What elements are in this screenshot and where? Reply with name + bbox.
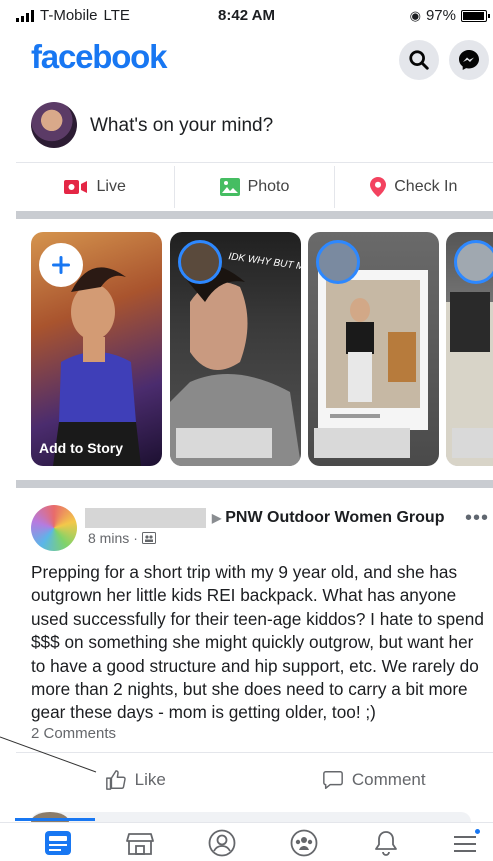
status-bar: T-Mobile LTE 8:42 AM ◉ 97% bbox=[0, 0, 493, 30]
group-name: PNW Outdoor Women Group bbox=[225, 509, 445, 526]
notifications-icon bbox=[375, 831, 397, 856]
redacted-author-name bbox=[85, 508, 206, 528]
post-text: Prepping for a short trip with my 9 year… bbox=[31, 562, 484, 723]
battery-percent: 97% bbox=[425, 7, 456, 24]
story-card[interactable] bbox=[308, 232, 439, 466]
add-story-card[interactable]: Add to Story bbox=[31, 232, 162, 466]
orientation-lock-icon: ◉ bbox=[409, 7, 421, 23]
location-pin-icon bbox=[370, 177, 387, 197]
live-video-icon bbox=[64, 180, 88, 194]
story-card[interactable] bbox=[446, 232, 493, 466]
like-label: Like bbox=[134, 770, 166, 789]
check-in-label: Check In bbox=[394, 178, 458, 195]
add-to-story-label: Add to Story bbox=[39, 440, 123, 456]
profile-icon bbox=[208, 829, 236, 857]
tab-notifications[interactable] bbox=[368, 829, 404, 857]
post-meta: 8 mins · bbox=[88, 530, 156, 546]
post-composer[interactable]: What's on your mind? bbox=[0, 98, 493, 158]
divider bbox=[16, 162, 493, 163]
battery-icon bbox=[461, 9, 490, 22]
tab-news-feed[interactable] bbox=[40, 829, 76, 857]
add-story-button[interactable] bbox=[39, 243, 83, 287]
group-name-link[interactable]: ▶ PNW Outdoor Women Group bbox=[212, 509, 444, 527]
post-actions: Like Comment bbox=[16, 758, 493, 802]
like-button[interactable]: Like bbox=[16, 769, 255, 791]
search-icon bbox=[409, 50, 429, 70]
story-author-avatar bbox=[178, 240, 222, 284]
groups-icon bbox=[290, 829, 318, 857]
more-options-icon[interactable]: ••• bbox=[465, 507, 489, 530]
bottom-tab-bar bbox=[0, 822, 493, 861]
stories-tray: Add to Story IDK WHY BUT MOOD bbox=[31, 232, 493, 466]
news-feed-icon bbox=[45, 831, 71, 855]
comment-icon bbox=[323, 771, 343, 789]
divider bbox=[16, 752, 493, 753]
user-avatar[interactable] bbox=[31, 102, 77, 148]
thumbs-up-icon bbox=[105, 770, 126, 790]
story-card[interactable]: IDK WHY BUT MOOD bbox=[170, 232, 301, 466]
group-avatar[interactable] bbox=[31, 505, 77, 551]
comment-label: Comment bbox=[351, 770, 426, 789]
redacted-story-name bbox=[176, 428, 272, 458]
menu-notification-dot bbox=[473, 827, 482, 836]
messenger-button[interactable] bbox=[449, 40, 489, 80]
search-button[interactable] bbox=[399, 40, 439, 80]
triangle-right-icon: ▶ bbox=[212, 511, 222, 525]
photo-icon bbox=[219, 178, 240, 196]
composer-prompt[interactable]: What's on your mind? bbox=[90, 115, 273, 137]
redacted-story-name bbox=[452, 428, 493, 458]
active-tab-indicator bbox=[15, 818, 95, 821]
live-button[interactable]: Live bbox=[16, 166, 176, 208]
tab-marketplace[interactable] bbox=[122, 829, 158, 857]
comments-count[interactable]: 2 Comments bbox=[31, 725, 116, 742]
facebook-logo: facebook bbox=[31, 38, 167, 75]
group-privacy-icon bbox=[141, 532, 156, 544]
photo-button[interactable]: Photo bbox=[175, 166, 335, 208]
redacted-story-name bbox=[314, 428, 410, 458]
tab-profile[interactable] bbox=[204, 829, 240, 857]
status-right: ◉ 97% bbox=[409, 7, 490, 24]
story-author-avatar bbox=[316, 240, 360, 284]
photo-label: Photo bbox=[247, 178, 290, 195]
tab-menu[interactable] bbox=[448, 827, 484, 857]
marketplace-icon bbox=[126, 833, 154, 855]
app-header: facebook bbox=[0, 32, 493, 88]
quick-actions: Live Photo Check In bbox=[16, 166, 493, 208]
story-author-avatar bbox=[454, 240, 493, 284]
comment-button[interactable]: Comment bbox=[255, 769, 493, 791]
section-divider bbox=[16, 480, 493, 488]
section-divider bbox=[16, 211, 493, 219]
check-in-button[interactable]: Check In bbox=[335, 166, 493, 208]
plus-icon bbox=[52, 256, 70, 274]
live-label: Live bbox=[96, 178, 126, 195]
messenger-icon bbox=[459, 50, 479, 70]
post-time[interactable]: 8 mins bbox=[88, 530, 129, 546]
tab-groups[interactable] bbox=[286, 829, 322, 857]
